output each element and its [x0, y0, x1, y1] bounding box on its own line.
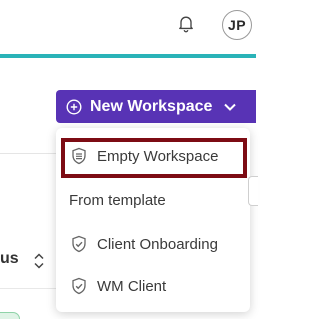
menu-item-client-onboarding[interactable]: Client Onboarding	[56, 224, 250, 264]
bell-icon[interactable]	[176, 13, 196, 33]
status-badge	[0, 312, 20, 319]
partial-control[interactable]	[248, 176, 258, 206]
highlight-annotation	[61, 138, 247, 178]
divider	[0, 153, 56, 154]
chevron-down-icon	[224, 103, 237, 111]
menu-item-label: WM Client	[97, 277, 167, 295]
shield-check-icon	[72, 235, 86, 253]
status-column-header[interactable]: us	[0, 250, 19, 268]
avatar[interactable]: JP	[222, 10, 252, 40]
shield-check-icon	[72, 277, 86, 295]
menu-item-wm-client[interactable]: WM Client	[56, 266, 250, 306]
new-workspace-label: New Workspace	[90, 97, 213, 115]
menu-item-label: Client Onboarding	[97, 235, 218, 253]
sort-icon[interactable]	[33, 252, 45, 270]
menu-item-from-template[interactable]: From template	[69, 192, 166, 209]
new-workspace-button[interactable]: New Workspace	[56, 90, 256, 123]
accent-divider	[0, 54, 256, 58]
divider	[0, 288, 56, 289]
top-bar: JP	[0, 0, 256, 54]
plus-circle-icon	[66, 98, 82, 115]
